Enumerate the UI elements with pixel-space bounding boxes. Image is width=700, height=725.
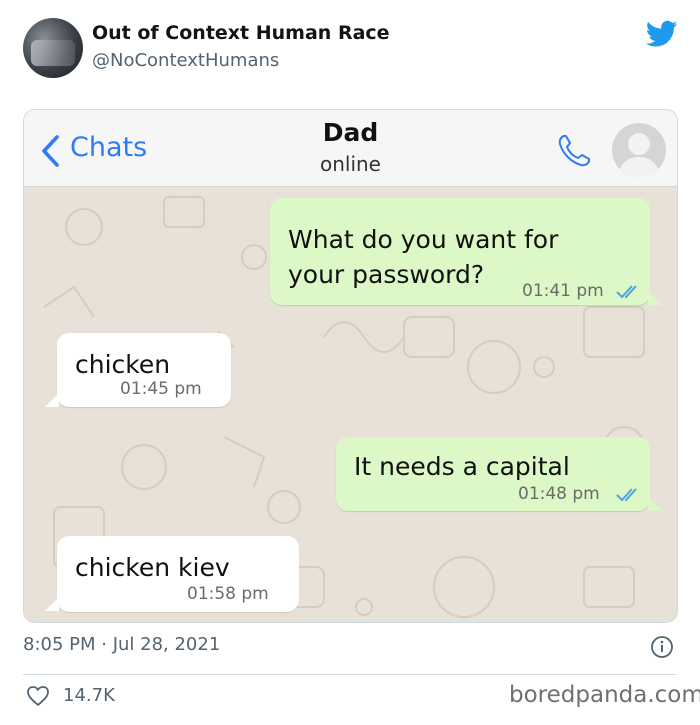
like-count[interactable]: 14.7K bbox=[63, 685, 115, 706]
message-time: 01:45 pm bbox=[120, 379, 202, 399]
message-outgoing[interactable]: It needs a capital 01:48 pm bbox=[336, 437, 650, 511]
phone-icon[interactable] bbox=[555, 132, 593, 170]
watermark: boredpanda.com bbox=[509, 682, 700, 708]
message-text: chicken bbox=[75, 350, 171, 379]
message-time: 01:48 pm bbox=[518, 484, 600, 504]
double-check-icon bbox=[616, 285, 637, 299]
message-outgoing[interactable]: What do you want for your password? 01:41… bbox=[270, 198, 650, 305]
message-time: 01:58 pm bbox=[187, 584, 269, 604]
account-handle[interactable]: @NoContextHumans bbox=[92, 50, 279, 71]
message-time: 01:41 pm bbox=[522, 281, 604, 301]
bubble-tail bbox=[45, 597, 59, 611]
twitter-bird-icon[interactable] bbox=[646, 20, 678, 48]
message-text: chicken kiev bbox=[75, 553, 230, 582]
chat-screenshot: Chats Dad online What do you want for yo… bbox=[23, 109, 678, 623]
double-check-icon bbox=[616, 488, 637, 502]
tweet-timestamp[interactable]: 8:05 PM · Jul 28, 2021 bbox=[23, 634, 220, 655]
contact-avatar[interactable] bbox=[612, 123, 666, 177]
heart-icon[interactable] bbox=[26, 685, 50, 707]
contact-placeholder-icon bbox=[618, 133, 660, 177]
bubble-tail bbox=[648, 497, 662, 511]
message-text: It needs a capital bbox=[354, 452, 570, 481]
message-text: What do you want for your password? bbox=[288, 225, 559, 289]
message-incoming[interactable]: chicken kiev 01:58 pm bbox=[57, 536, 299, 612]
bubble-tail bbox=[648, 291, 662, 305]
bubble-tail bbox=[45, 393, 59, 407]
message-incoming[interactable]: chicken 01:45 pm bbox=[57, 333, 231, 407]
chat-area[interactable]: What do you want for your password? 01:41… bbox=[24, 187, 677, 622]
account-name[interactable]: Out of Context Human Race bbox=[92, 22, 390, 44]
divider bbox=[23, 674, 676, 675]
chat-header: Chats Dad online bbox=[24, 110, 677, 187]
account-avatar[interactable] bbox=[23, 18, 83, 78]
info-icon[interactable] bbox=[650, 635, 674, 659]
